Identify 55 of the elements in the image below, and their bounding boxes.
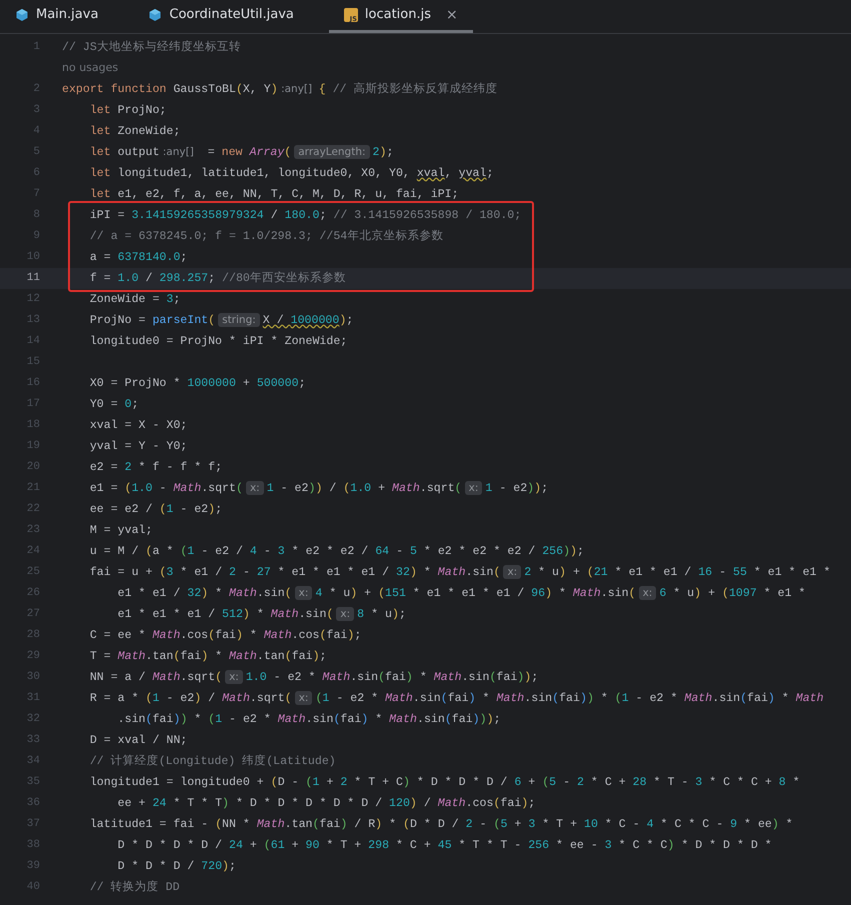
parameter-hint: x:	[336, 606, 354, 621]
code-line: export function GaussToBL(X, Y) :any[] { // 高斯投影坐标反算成经纬度	[62, 81, 498, 98]
code-line: X0 = ProjNo * 1000000 + 500000;	[88, 376, 306, 392]
code-line: // 转换为度 DD	[88, 880, 180, 896]
close-icon[interactable]: ×	[446, 4, 458, 26]
code-line: let output :any[] = new Array( arrayLength: 2);	[88, 144, 394, 161]
code-line: e1 = (1.0 - Math.sqrt( x: 1 - e2)) / (1.0 + Math.sqrt( x: 1 - e2));	[88, 480, 548, 497]
code-line: ee + 24 * T * T) * D * D * D * D * D / 120) / Math.cos(fai);	[116, 796, 536, 812]
code-line: let ProjNo;	[88, 102, 166, 119]
code-line: NN = a / Math.sqrt( x: 1.0 - e2 * Math.sin(fai) * Math.sin(fai));	[88, 668, 538, 686]
code-line: e2 = 2 * f - f * f;	[88, 460, 222, 476]
code-line: longitude0 = ProjNo * iPI * ZoneWide;	[88, 334, 348, 350]
parameter-hint: x:	[638, 586, 656, 600]
code-line: ZoneWide = 3;	[88, 292, 180, 308]
code-line: iPI = 3.14159265358979324 / 180.0; // 3.1415926535898 / 180.0;	[88, 208, 522, 224]
parameter-hint: x:	[294, 690, 312, 705]
code-line: latitude1 = fai - (NN * Math.tan(fai) / R) * (D * D / 2 - (5 + 3 * T + 10 * C - 4 * C * C - 9 * ee) *	[88, 816, 793, 833]
code-line: f = 1.0 / 298.257; //80年西安坐标系参数	[88, 270, 346, 287]
code-line: e1 * e1 / 32) * Math.sin( x: 4 * u) + (151 * e1 * e1 * e1 / 96) * Math.sin( x: 6 * u) + (1097 * e1 *	[116, 584, 806, 602]
line-number: 11	[26, 271, 40, 286]
code-line: T = Math.tan(fai) * Math.tan(fai);	[88, 648, 327, 665]
code-line: M = yval;	[88, 522, 152, 539]
code-line: // a = 6378245.0; f = 1.0/298.3; //54年北京坐标系参数	[88, 228, 444, 245]
code-line: yval = Y - Y0;	[88, 438, 188, 455]
editor-tab[interactable]: CoordinateUtil.java	[133, 0, 329, 33]
code-line: D = xval / NN;	[88, 732, 188, 749]
code-line: longitude1 = longitude0 + (D - (1 + 2 * T + C) * D * D * D / 6 + (5 - 2 * C + 28 * T - 3 * C * C + 8 *	[88, 774, 800, 791]
code-line: Y0 = 0;	[88, 396, 139, 413]
code-line: xval = X - X0;	[88, 418, 188, 434]
parameter-hint: x:	[464, 480, 482, 495]
code-line: let ZoneWide;	[88, 124, 180, 140]
parameter-hint: x:	[225, 670, 243, 684]
code-line: e1 * e1 * e1 / 512) * Math.sin( x: 8 * u);	[116, 606, 406, 623]
code-line: .sin(fai)) * (1 - e2 * Math.sin(fai) * Math.sin(fai)));	[116, 712, 501, 728]
code-line: D * D * D / 720);	[116, 858, 236, 875]
code-line: D * D * D * D / 24 + (61 + 90 * T + 298 * C + 45 * T * T - 256 * ee - 3 * C * C) * D * D * D *	[116, 838, 772, 854]
parameter-hint: string:	[218, 312, 260, 327]
parameter-hint: arrayLength:	[294, 144, 370, 159]
cube-icon	[148, 8, 162, 22]
code-line: let e1, e2, f, a, ee, NN, T, C, M, D, R, u, fai, iPI;	[88, 186, 459, 203]
code-line: a = 6378140.0;	[88, 250, 188, 266]
code-line: let longitude1, latitude1, longitude0, X0, Y0, xval, yval;	[88, 166, 494, 182]
code-line: C = ee * Math.cos(fai) * Math.cos(fai);	[88, 628, 362, 644]
parameter-hint: x:	[503, 564, 522, 579]
code-line: ProjNo = parseInt( string: X / 1000000);	[88, 312, 354, 329]
code-line: R = a * (1 - e2) / Math.sqrt( x: (1 - e2 * Math.sin(fai) * Math.sin(fai)) * (1 - e2 * Math.sin(fai) * Math	[88, 690, 824, 707]
code-line: fai = u + (3 * e1 / 2 - 27 * e1 * e1 * e1 / 32) * Math.sin( x: 2 * u) + (21 * e1 * e1 / 16 - 55 * e1 * e1 *	[88, 564, 830, 581]
code-line: // JS大地坐标与经纬度坐标互转	[62, 40, 241, 56]
parameter-hint: x:	[294, 586, 312, 600]
parameter-hint: x:	[246, 480, 264, 495]
code-line: u = M / (a * (1 - e2 / 4 - 3 * e2 * e2 / 64 - 5 * e2 * e2 * e2 / 256));	[88, 544, 584, 560]
editor-tab[interactable]: Main.java	[0, 0, 134, 33]
code-line: // 计算经度(Longitude) 纬度(Latitude)	[88, 754, 336, 770]
cube-icon	[15, 8, 29, 22]
code-line: ee = e2 / (1 - e2);	[88, 502, 222, 518]
